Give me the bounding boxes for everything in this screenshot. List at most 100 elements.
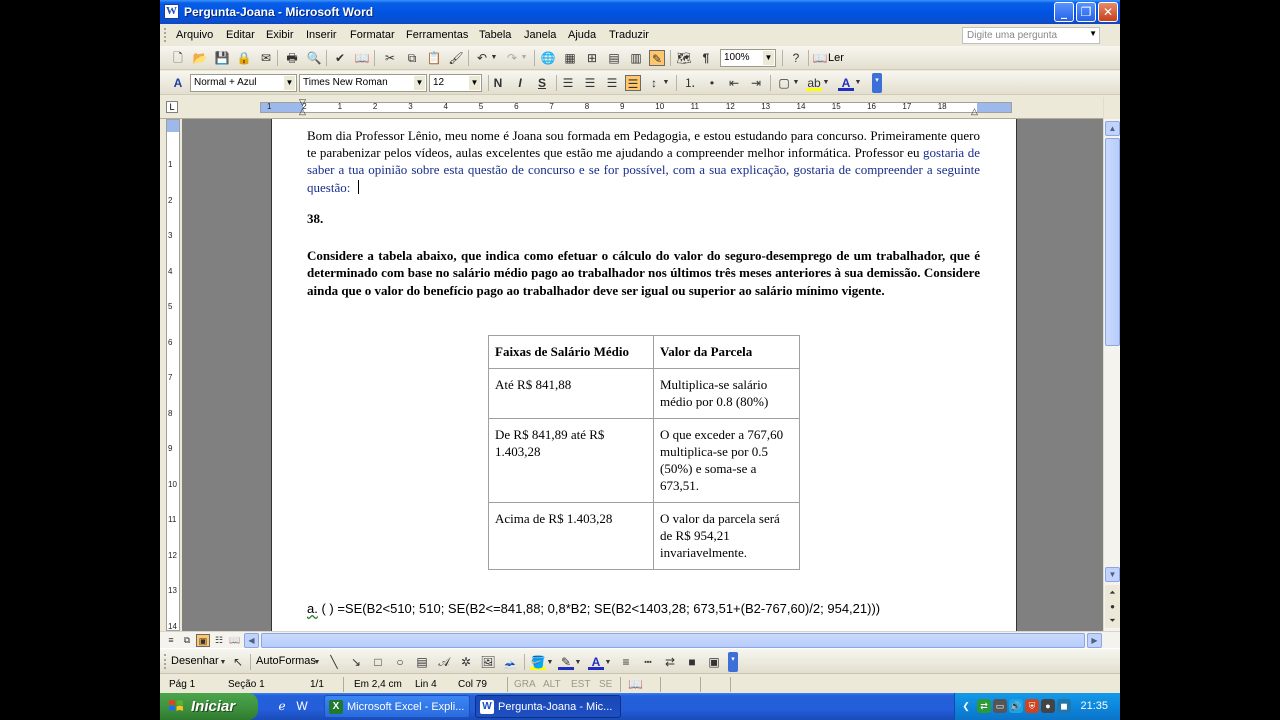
document-page[interactable]: Bom dia Professor Lênio, meu nome é Joan… — [271, 119, 1017, 631]
network-icon[interactable]: ⇄ — [977, 699, 991, 713]
spelling-status-icon[interactable]: 📖 — [628, 677, 643, 691]
display-icon[interactable]: ▭ — [993, 699, 1007, 713]
next-page-icon[interactable]: ⏷ — [1105, 613, 1120, 628]
web-layout-icon[interactable]: ⧉ — [180, 634, 194, 647]
menu-inserir[interactable]: Inserir — [306, 29, 337, 41]
normal-view-icon[interactable]: ≡ — [164, 634, 178, 647]
zoom-select[interactable]: 100% ▼ — [720, 49, 776, 67]
show-hide-icon[interactable]: ¶ — [698, 50, 714, 66]
font-color-icon[interactable]: A — [838, 75, 854, 91]
menu-ferramentas[interactable]: Ferramentas — [406, 29, 468, 41]
save-icon[interactable]: 💾 — [214, 50, 230, 66]
print-layout-icon[interactable]: ▣ — [196, 634, 210, 647]
undo-dropdown-icon[interactable]: ▼ — [490, 50, 498, 66]
status-mode-trk[interactable]: ALT — [543, 679, 561, 690]
style-select[interactable]: Normal + Azul ▼ — [190, 74, 297, 92]
insert-picture-icon[interactable]: 🗻 — [502, 654, 518, 670]
copy-icon[interactable]: ⧉ — [404, 50, 420, 66]
read-mode-icon[interactable]: 📖 — [812, 50, 828, 66]
intro-paragraph[interactable]: Bom dia Professor Lênio, meu nome é Joan… — [307, 127, 980, 196]
italic-button[interactable]: I — [512, 75, 528, 91]
ask-question-box[interactable]: Digite uma pergunta ▼ — [962, 27, 1100, 44]
title-bar[interactable]: W Pergunta-Joana - Microsoft Word _ ❐ ✕ — [160, 0, 1120, 24]
chevron-down-icon[interactable]: ▼ — [763, 51, 774, 65]
scroll-up-icon[interactable]: ▲ — [1105, 121, 1120, 136]
bullets-icon[interactable]: • — [704, 75, 720, 91]
line-tool-icon[interactable]: ╲ — [326, 654, 342, 670]
tables-borders-icon[interactable]: ▦ — [562, 50, 578, 66]
start-button[interactable]: Iniciar — [160, 693, 258, 720]
tray-expand-icon[interactable]: ❮ — [959, 699, 973, 713]
vertical-scrollbar[interactable]: ▲ ▼ ⏶ ● ⏷ — [1103, 97, 1120, 631]
recorder-icon[interactable]: ● — [1041, 699, 1055, 713]
scrollbar-thumb[interactable] — [1105, 138, 1120, 346]
columns-icon[interactable]: ▥ — [628, 50, 644, 66]
security-icon[interactable]: ⛨ — [1025, 699, 1039, 713]
styles-formatting-icon[interactable]: A — [170, 75, 186, 91]
line-style-icon[interactable]: ≡ — [618, 654, 634, 670]
wordart-icon[interactable]: 𝒜 — [436, 654, 452, 670]
horizontal-scrollbar-thumb[interactable] — [261, 633, 1085, 648]
insert-excel-icon[interactable]: ▤ — [606, 50, 622, 66]
borders-icon[interactable]: ▢ — [776, 75, 792, 91]
text-box-icon[interactable]: ▤ — [414, 654, 430, 670]
insert-table-icon[interactable]: ⊞ — [584, 50, 600, 66]
format-painter-icon[interactable]: 🖌 — [448, 50, 464, 66]
font-select[interactable]: Times New Roman ▼ — [299, 74, 427, 92]
menu-arquivo[interactable]: Arquivo — [176, 29, 213, 41]
justify-icon[interactable]: ☰ — [625, 75, 641, 91]
outline-view-icon[interactable]: ☷ — [212, 634, 226, 647]
menu-ajuda[interactable]: Ajuda — [568, 29, 596, 41]
cut-icon[interactable]: ✂ — [382, 50, 398, 66]
menu-janela[interactable]: Janela — [524, 29, 556, 41]
horizontal-ruler[interactable]: 1 2 1 2 3 4 5 6 7 8 9 10 11 12 13 14 15 16 17 18 ▽ △ △ — [260, 97, 1012, 116]
fill-color-dropdown-icon[interactable]: ▼ — [546, 655, 554, 671]
draw-menu-button[interactable]: Desenhar — [171, 655, 219, 667]
print-preview-icon[interactable]: 🔍 — [306, 50, 322, 66]
salary-table[interactable]: Faixas de Salário Médio Valor da Parcela… — [488, 335, 800, 570]
select-objects-icon[interactable]: ↖ — [230, 654, 246, 670]
tab-selector-icon[interactable]: L — [166, 101, 178, 113]
rectangle-tool-icon[interactable]: □ — [370, 654, 386, 670]
document-area[interactable]: Bom dia Professor Lênio, meu nome é Joan… — [182, 119, 1103, 631]
open-folder-icon[interactable]: 📂 — [192, 50, 208, 66]
right-indent-icon[interactable]: △ — [971, 106, 978, 117]
redo-icon[interactable]: ↷ — [504, 50, 520, 66]
decrease-indent-icon[interactable]: ⇤ — [726, 75, 742, 91]
clock[interactable]: 21:35 — [1080, 700, 1108, 712]
fill-color-icon[interactable]: 🪣 — [530, 654, 546, 670]
scroll-down-icon[interactable]: ▼ — [1105, 567, 1120, 582]
line-spacing-dropdown-icon[interactable]: ▼ — [662, 75, 670, 91]
quick-launch-word-icon[interactable]: W — [294, 698, 310, 714]
highlight-dropdown-icon[interactable]: ▼ — [822, 75, 830, 91]
line-spacing-icon[interactable]: ↕ — [646, 75, 662, 91]
align-right-icon[interactable]: ☰ — [604, 75, 620, 91]
restore-button[interactable]: ❐ — [1076, 2, 1096, 22]
toolbar-options-icon[interactable]: ▾ — [872, 73, 882, 93]
browse-object-icon[interactable]: ● — [1105, 599, 1120, 614]
undo-icon[interactable]: ↶ — [474, 50, 490, 66]
draw-dropdown-icon[interactable]: ▼ — [219, 655, 227, 671]
menu-editar[interactable]: Editar — [226, 29, 255, 41]
font-color-dropdown-icon[interactable]: ▼ — [854, 75, 862, 91]
line-color-dropdown-icon[interactable]: ▼ — [574, 655, 582, 671]
spelling-icon[interactable]: ✔ — [332, 50, 348, 66]
draw-font-color-icon[interactable]: A — [588, 654, 604, 670]
chevron-down-icon[interactable]: ▼ — [1089, 29, 1097, 38]
draw-font-color-dropdown-icon[interactable]: ▼ — [604, 655, 612, 671]
paste-icon[interactable]: 📋 — [426, 50, 442, 66]
increase-indent-icon[interactable]: ⇥ — [748, 75, 764, 91]
chevron-down-icon[interactable]: ▼ — [284, 76, 295, 90]
menu-exibir[interactable]: Exibir — [266, 29, 294, 41]
research-icon[interactable]: 📖 — [354, 50, 370, 66]
vertical-ruler[interactable]: 1 2 3 4 5 6 7 8 9 10 11 12 13 14 — [166, 119, 180, 631]
previous-page-icon[interactable]: ⏶ — [1105, 585, 1120, 600]
highlight-icon[interactable]: ab — [806, 75, 822, 91]
numbering-icon[interactable]: ⒈ — [682, 75, 698, 91]
chevron-down-icon[interactable]: ▼ — [469, 76, 480, 90]
new-document-icon[interactable]: 🗋 — [170, 50, 186, 66]
autoshapes-menu-button[interactable]: AutoFormas — [256, 655, 316, 667]
status-mode-rec[interactable]: GRA — [514, 679, 536, 690]
task-word[interactable]: W Pergunta-Joana - Mic... — [475, 695, 621, 718]
volume-icon[interactable]: 🔊 — [1009, 699, 1023, 713]
